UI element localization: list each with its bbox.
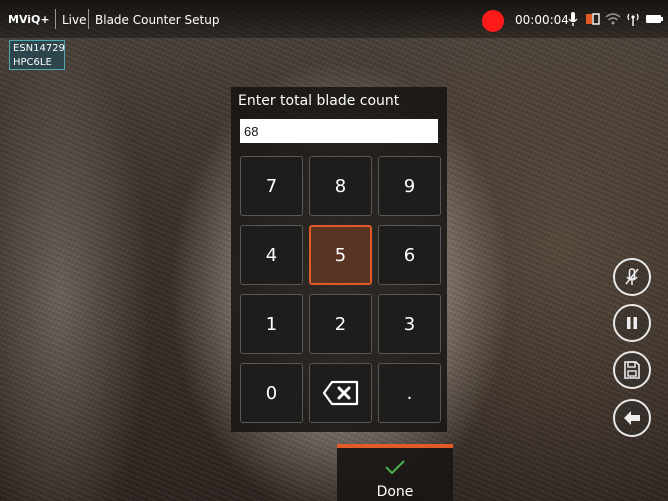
done-label: Done	[376, 484, 414, 500]
blade-count-input[interactable]	[240, 119, 438, 143]
separator	[88, 9, 89, 29]
mic-mute-icon	[625, 268, 639, 285]
pause-button[interactable]	[613, 304, 651, 342]
key-3[interactable]: 3	[378, 294, 441, 354]
checkmark-icon	[385, 460, 405, 475]
back-arrow-icon	[624, 411, 640, 425]
back-button[interactable]	[613, 399, 651, 437]
key-5[interactable]: 5	[309, 225, 372, 285]
engine-serial-label: ESN14729 HPC6LE	[9, 40, 65, 70]
esn-stage: HPC6LE	[13, 57, 52, 68]
separator	[55, 9, 56, 29]
wireless-broadcast-icon	[627, 13, 639, 26]
blade-count-dialog: Enter total blade count 7 8 9 4 5 6 1 2 …	[231, 87, 447, 432]
pause-icon	[627, 317, 637, 329]
backspace-key[interactable]	[309, 363, 372, 423]
recording-indicator-icon	[482, 10, 504, 32]
key-2[interactable]: 2	[309, 294, 372, 354]
mute-mic-button[interactable]	[613, 258, 651, 296]
key-7[interactable]: 7	[240, 156, 303, 216]
key-4[interactable]: 4	[240, 225, 303, 285]
microphone-icon	[568, 12, 578, 26]
key-9[interactable]: 9	[378, 156, 441, 216]
top-status-bar: MViQ+ Live Blade Counter Setup 00:00:04	[0, 0, 668, 38]
key-8[interactable]: 8	[309, 156, 372, 216]
key-6[interactable]: 6	[378, 225, 441, 285]
dialog-prompt: Enter total blade count	[238, 93, 400, 109]
recording-timer: 00:00:04	[515, 13, 569, 27]
save-button[interactable]	[613, 351, 651, 389]
key-1[interactable]: 1	[240, 294, 303, 354]
battery-icon	[646, 15, 663, 23]
brand-label: MViQ+	[8, 13, 50, 26]
done-button[interactable]: Done	[337, 444, 453, 501]
screen-title: Blade Counter Setup	[95, 13, 220, 27]
wifi-icon	[605, 13, 621, 25]
mode-label: Live	[62, 13, 87, 27]
save-icon	[624, 361, 640, 379]
esn-number: ESN14729	[13, 43, 65, 54]
key-0[interactable]: 0	[240, 363, 303, 423]
backspace-icon	[322, 380, 358, 406]
key-decimal[interactable]: .	[378, 363, 441, 423]
probe-connection-icon	[586, 13, 600, 25]
